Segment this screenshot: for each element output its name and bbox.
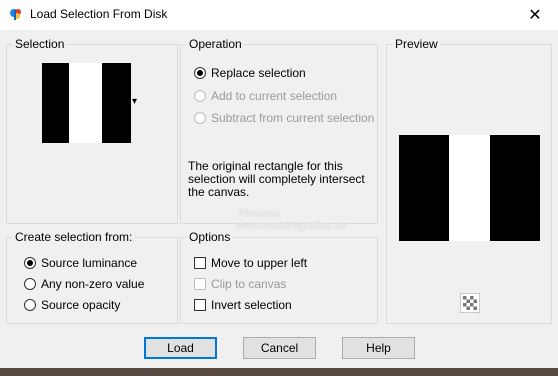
background-strip — [0, 368, 558, 376]
radio-indicator — [194, 67, 206, 79]
watermark-line: Pinuccia — [238, 208, 280, 220]
operation-group-label: Operation — [187, 37, 244, 51]
close-icon: ✕ — [528, 7, 542, 24]
radio-label: Any non-zero value — [41, 277, 145, 291]
cancel-button[interactable]: Cancel — [243, 337, 316, 359]
watermark: Pinuccia www.maidiregrafica.eu — [236, 208, 347, 232]
radio-label: Source luminance — [41, 256, 138, 270]
checkbox-label: Invert selection — [211, 298, 292, 312]
clip-to-canvas-checkbox: Clip to canvas — [194, 276, 286, 292]
radio-indicator — [24, 278, 36, 290]
preview-image — [399, 135, 540, 241]
button-label: Help — [366, 341, 391, 355]
subtract-from-selection-radio: Subtract from current selection — [194, 110, 374, 126]
load-button[interactable]: Load — [144, 337, 217, 359]
help-button[interactable]: Help — [342, 337, 415, 359]
preview-group-label: Preview — [393, 37, 440, 51]
any-non-zero-value-radio[interactable]: Any non-zero value — [24, 276, 144, 292]
button-label: Load — [167, 341, 194, 355]
source-luminance-radio[interactable]: Source luminance — [24, 255, 137, 271]
replace-selection-radio[interactable]: Replace selection — [194, 65, 306, 81]
add-to-selection-radio: Add to current selection — [194, 88, 337, 104]
radio-indicator — [194, 112, 206, 124]
intersect-note: The original rectangle for this selectio… — [188, 160, 365, 199]
checkbox-label: Move to upper left — [211, 256, 308, 270]
selection-thumbnail[interactable] — [42, 63, 131, 143]
radio-label: Add to current selection — [211, 89, 338, 103]
radio-indicator — [24, 299, 36, 311]
checkbox-box — [194, 299, 206, 311]
checkbox-label: Clip to canvas — [211, 277, 287, 291]
paintshop-icon — [9, 7, 23, 21]
options-group-label: Options — [187, 230, 233, 244]
title-bar: Load Selection From Disk ✕ — [0, 0, 558, 30]
selection-group-label: Selection — [13, 37, 67, 51]
radio-indicator — [194, 90, 206, 102]
close-button[interactable]: ✕ — [512, 0, 558, 30]
radio-indicator — [24, 257, 36, 269]
window-title: Load Selection From Disk — [30, 7, 168, 21]
checkbox-box — [194, 257, 206, 269]
dropdown-arrow-icon[interactable]: ▾ — [132, 96, 137, 107]
source-opacity-radio[interactable]: Source opacity — [24, 297, 120, 313]
checkerboard-icon[interactable] — [460, 293, 480, 313]
note-line: the canvas. — [188, 185, 250, 199]
radio-label: Replace selection — [211, 66, 306, 80]
radio-label: Subtract from current selection — [211, 111, 375, 125]
create-selection-group-label: Create selection from: — [13, 230, 135, 244]
checkbox-box — [194, 278, 206, 290]
radio-label: Source opacity — [41, 298, 121, 312]
invert-selection-checkbox[interactable]: Invert selection — [194, 297, 292, 313]
button-label: Cancel — [260, 341, 299, 355]
move-to-upper-left-checkbox[interactable]: Move to upper left — [194, 255, 307, 271]
watermark-line: www.maidiregrafica.eu — [236, 220, 347, 232]
